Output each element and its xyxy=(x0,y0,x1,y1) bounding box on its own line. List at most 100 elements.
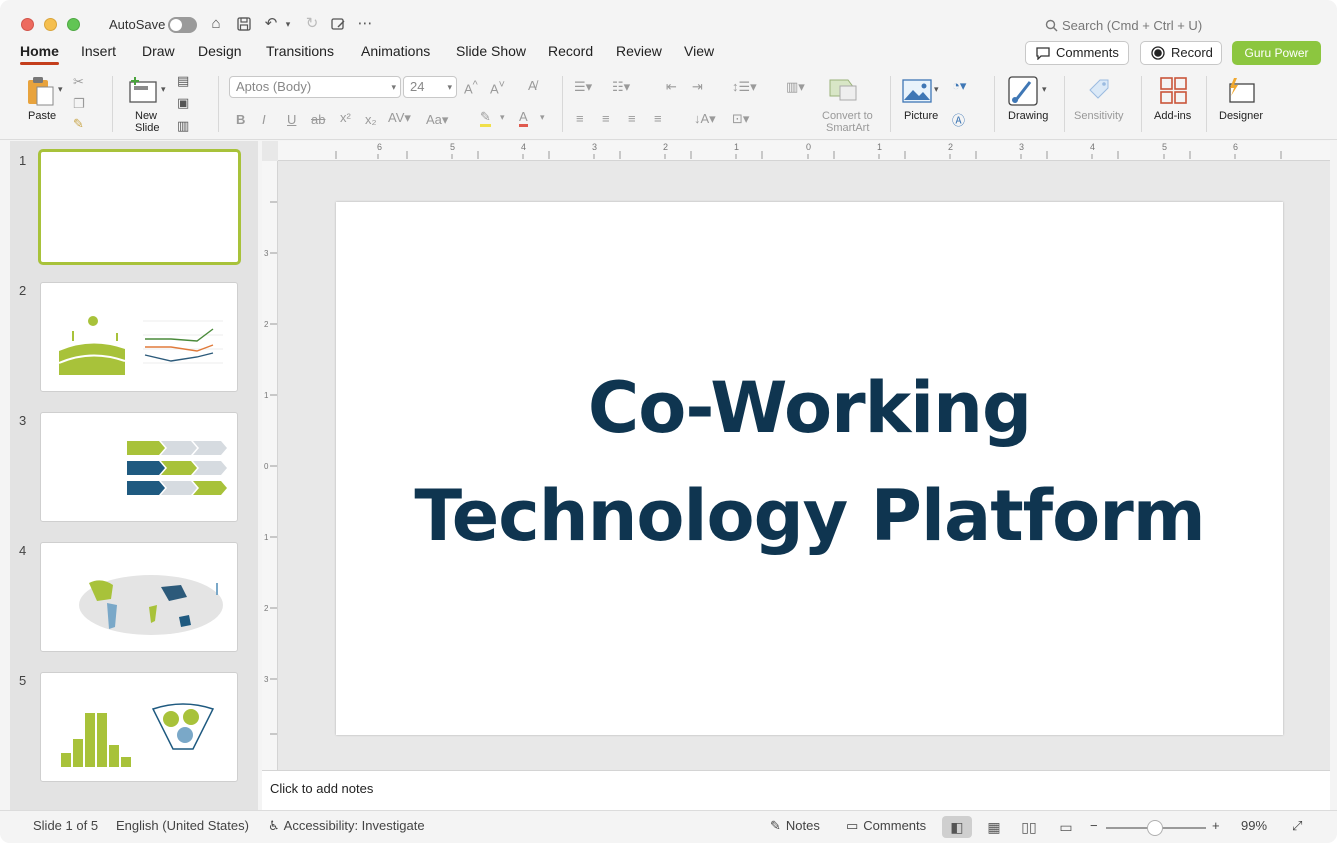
clear-format-icon[interactable]: A̸ xyxy=(528,78,537,93)
reset-icon[interactable]: ▣ xyxy=(177,95,189,111)
new-slide-dropdown-icon[interactable]: ▾ xyxy=(161,84,166,95)
tab-animations[interactable]: Animations xyxy=(361,42,430,66)
picture-button[interactable]: Picture xyxy=(900,74,944,124)
italic-icon[interactable]: I xyxy=(262,112,266,127)
columns-icon[interactable]: ▥▾ xyxy=(786,79,805,95)
strikethrough-icon[interactable]: ab xyxy=(311,112,325,127)
bold-icon[interactable]: B xyxy=(236,112,245,127)
comments-button[interactable]: Comments xyxy=(1025,41,1129,65)
guru-power-button[interactable]: Guru Power xyxy=(1232,41,1321,65)
slide-title-line-1[interactable]: Co-Working xyxy=(336,367,1283,449)
text-direction-icon[interactable]: ↓A▾ xyxy=(694,111,716,127)
record-button[interactable]: Record xyxy=(1140,41,1222,65)
slide-thumbnail-2[interactable] xyxy=(40,282,238,392)
tab-transitions[interactable]: Transitions xyxy=(266,42,334,66)
slide-thumbnail-1[interactable] xyxy=(38,149,241,265)
line-spacing-icon[interactable]: ↕☰▾ xyxy=(732,79,757,95)
zoom-slider-handle[interactable] xyxy=(1147,820,1163,836)
tab-draw[interactable]: Draw xyxy=(142,42,175,66)
slide-show-button[interactable]: ▭ xyxy=(1051,816,1081,838)
tab-home[interactable]: Home xyxy=(20,42,59,66)
increase-font-icon[interactable]: A^ xyxy=(464,79,478,96)
search-box[interactable]: Search (Cmd + Ctrl + U) xyxy=(1045,15,1305,37)
more-icon[interactable]: ⋯ xyxy=(355,14,375,34)
align-right-icon[interactable]: ≡ xyxy=(628,111,636,126)
paste-button[interactable]: Paste xyxy=(22,74,66,124)
reading-view-button[interactable]: ▯▯ xyxy=(1014,816,1044,838)
undo-icon[interactable]: ↶ xyxy=(261,14,281,34)
paste-dropdown-icon[interactable]: ▾ xyxy=(58,84,63,95)
zoom-level[interactable]: 99% xyxy=(1241,818,1267,833)
save-icon[interactable] xyxy=(234,14,254,34)
normal-view-button[interactable]: ◧ xyxy=(942,816,972,838)
horizontal-ruler[interactable]: 6 5 4 3 2 1 0 1 2 3 4 5 6 xyxy=(278,141,1330,161)
align-center-icon[interactable]: ≡ xyxy=(602,111,610,126)
drawing-button[interactable]: Drawing xyxy=(1006,74,1052,124)
slide-thumbnail-5[interactable] xyxy=(40,672,238,782)
character-spacing-icon[interactable]: AV▾ xyxy=(388,110,411,126)
underline-icon[interactable]: U xyxy=(287,112,296,127)
section-icon[interactable]: ▥ xyxy=(177,118,189,134)
redo-icon[interactable]: ↻ xyxy=(302,14,322,34)
font-size-select[interactable]: 24 ▾ xyxy=(403,76,457,98)
sensitivity-button[interactable]: Sensitivity xyxy=(1074,74,1130,124)
tab-slide-show[interactable]: Slide Show xyxy=(456,42,526,66)
chevron-down-icon[interactable]: ▾ xyxy=(540,112,545,123)
minimize-window-button[interactable] xyxy=(44,18,57,31)
current-slide[interactable]: Co-Working Technology Platform xyxy=(336,202,1283,735)
highlight-icon[interactable]: ✎ xyxy=(480,110,491,127)
tab-insert[interactable]: Insert xyxy=(81,42,116,66)
autosave-toggle[interactable] xyxy=(168,17,197,33)
text-box-icon[interactable]: Ⓐ xyxy=(952,110,965,129)
subscript-icon[interactable]: x₂ xyxy=(365,112,377,127)
decrease-font-icon[interactable]: A˅ xyxy=(490,79,505,96)
zoom-in-button[interactable]: + xyxy=(1212,818,1220,833)
decrease-indent-icon[interactable]: ⇤ xyxy=(666,79,677,95)
vertical-ruler[interactable]: 3 2 1 0 1 2 3 xyxy=(262,161,278,770)
change-case-icon[interactable]: Aa▾ xyxy=(426,112,448,128)
undo-dropdown-icon[interactable]: ▾ xyxy=(282,14,294,34)
customize-icon[interactable] xyxy=(328,14,348,34)
slide-thumbnail-panel[interactable]: 1 2 3 4 5 xyxy=(10,141,258,811)
zoom-out-button[interactable]: − xyxy=(1090,818,1098,833)
align-left-icon[interactable]: ≡ xyxy=(576,111,584,126)
chevron-down-icon[interactable]: ▾ xyxy=(500,112,505,123)
chevron-down-icon[interactable]: ▾ xyxy=(1042,84,1047,95)
new-slide-button[interactable]: New Slide xyxy=(125,74,169,134)
font-name-select[interactable]: Aptos (Body) ▾ xyxy=(229,76,401,98)
language-indicator[interactable]: English (United States) xyxy=(116,818,249,833)
slide-thumbnail-3[interactable] xyxy=(40,412,238,522)
layout-icon[interactable]: ▤ xyxy=(177,73,189,89)
home-icon[interactable]: ⌂ xyxy=(206,14,226,34)
format-painter-icon[interactable]: ✎ xyxy=(73,116,84,132)
slide-title-line-2[interactable]: Technology Platform xyxy=(336,475,1283,557)
chevron-down-icon[interactable]: ▾ xyxy=(934,84,939,95)
superscript-icon[interactable]: x² xyxy=(340,110,351,125)
comments-toggle-button[interactable]: ▭ Comments xyxy=(846,818,926,834)
slide-thumbnail-4[interactable] xyxy=(40,542,238,652)
copy-icon[interactable]: ❐ xyxy=(73,96,85,112)
font-color-icon[interactable]: A xyxy=(519,110,528,127)
svg-text:6: 6 xyxy=(1233,142,1238,152)
convert-smartart-button[interactable]: Convert to SmartArt xyxy=(818,74,880,134)
zoom-window-button[interactable] xyxy=(67,18,80,31)
notes-pane[interactable]: Click to add notes xyxy=(262,770,1330,810)
align-text-icon[interactable]: ⊡▾ xyxy=(732,111,749,127)
justify-icon[interactable]: ≡ xyxy=(654,111,662,126)
tab-review[interactable]: Review xyxy=(616,42,662,66)
tab-view[interactable]: View xyxy=(684,42,714,66)
designer-button[interactable]: Designer xyxy=(1216,74,1268,124)
numbering-icon[interactable]: ☷▾ xyxy=(612,79,630,95)
add-ins-button[interactable]: Add-ins xyxy=(1152,74,1196,124)
shapes-icon[interactable]: ◔▾ xyxy=(952,78,966,94)
increase-indent-icon[interactable]: ⇥ xyxy=(692,79,703,95)
fit-to-window-icon[interactable]: ⤢ xyxy=(1292,818,1302,834)
notes-toggle-button[interactable]: ✎ Notes xyxy=(770,818,820,834)
slide-sorter-button[interactable]: ▦ xyxy=(979,816,1009,838)
tab-record[interactable]: Record xyxy=(548,42,593,66)
cut-icon[interactable]: ✂ xyxy=(73,74,84,90)
bullets-icon[interactable]: ☰▾ xyxy=(574,79,592,95)
close-window-button[interactable] xyxy=(21,18,34,31)
accessibility-button[interactable]: ♿ Accessibility: Investigate xyxy=(268,818,425,834)
tab-design[interactable]: Design xyxy=(198,42,242,66)
